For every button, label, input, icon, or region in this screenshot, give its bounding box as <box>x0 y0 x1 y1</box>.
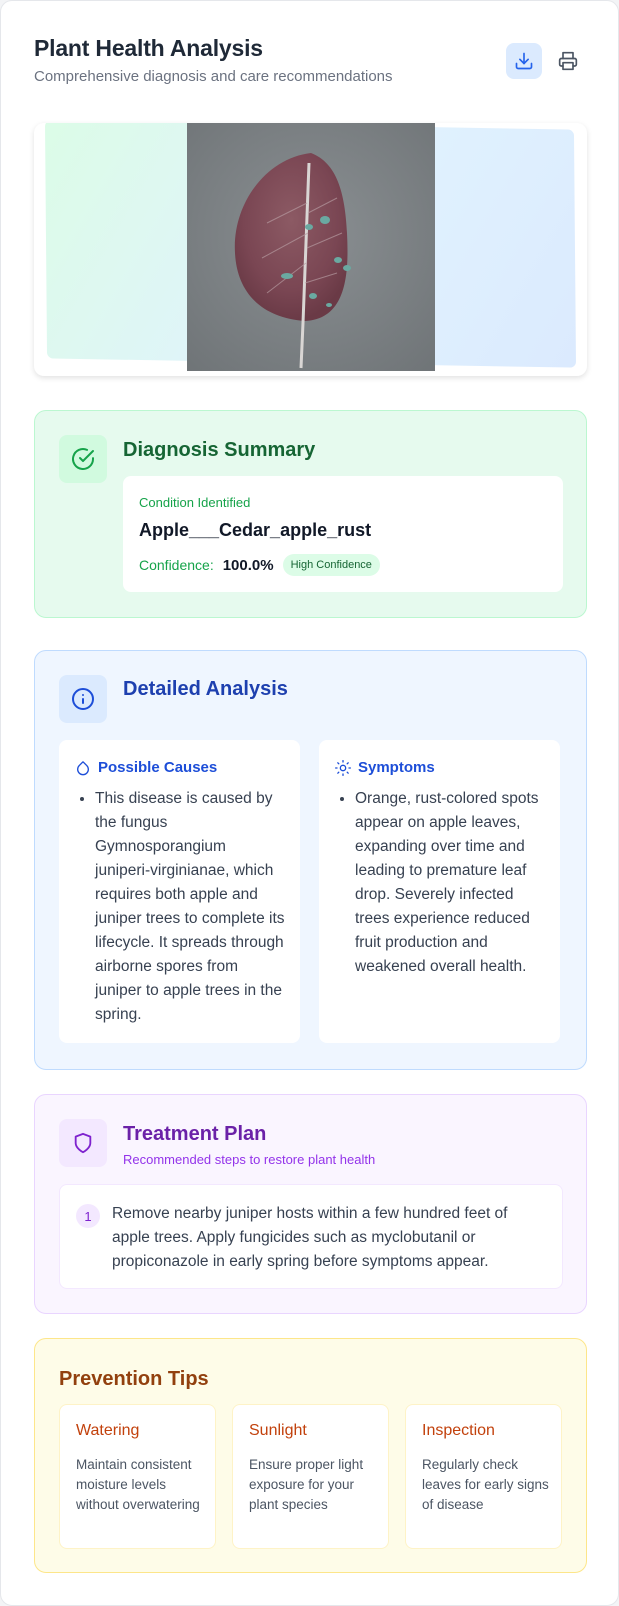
download-icon <box>515 52 533 70</box>
prevention-title: Prevention Tips <box>59 1368 209 1390</box>
download-button[interactable] <box>506 43 542 79</box>
plant-image-card <box>34 123 587 376</box>
treatment-step: 1 Remove nearby juniper hosts within a f… <box>59 1184 563 1289</box>
step-text: Remove nearby juniper hosts within a few… <box>112 1205 508 1270</box>
symptoms-list: Orange, rust-colored spots appear on app… <box>335 787 545 979</box>
list-item: This disease is caused by the fungus Gym… <box>95 787 285 1027</box>
confidence-row: Confidence: 100.0% High Confidence <box>139 554 380 576</box>
page-subtitle: Comprehensive diagnosis and care recomme… <box>34 68 393 85</box>
tip-card-watering: Watering Maintain consistent moisture le… <box>59 1404 216 1549</box>
condition-label: Condition Identified <box>139 495 251 510</box>
causes-title: Possible Causes <box>98 759 218 776</box>
diagnosis-title: Diagnosis Summary <box>123 439 316 461</box>
possible-causes-card: Possible Causes This disease is caused b… <box>59 740 300 1043</box>
tip-card-sunlight: Sunlight Ensure proper light exposure fo… <box>232 1404 389 1549</box>
leaf-illustration <box>234 153 351 369</box>
check-circle-icon <box>72 448 94 470</box>
page-title: Plant Health Analysis <box>34 35 263 61</box>
analysis-title: Detailed Analysis <box>123 678 288 700</box>
treatment-subtitle: Recommended steps to restore plant healt… <box>123 1152 376 1167</box>
condition-value: Apple___Cedar_apple_rust <box>139 520 372 540</box>
sun-icon <box>335 759 351 776</box>
list-item: Orange, rust-colored spots appear on app… <box>355 787 545 979</box>
treatment-icon-box <box>59 1119 107 1167</box>
condition-box: Condition Identified Apple___Cedar_apple… <box>123 476 563 592</box>
tip-text: Maintain consistent moisture levels with… <box>76 1457 200 1512</box>
analysis-page: Plant Health Analysis Comprehensive diag… <box>0 0 619 1606</box>
causes-header: Possible Causes <box>75 759 217 776</box>
confidence-value: 100.0% <box>222 556 274 574</box>
symptoms-header: Symptoms <box>335 759 435 776</box>
treatment-title: Treatment Plan <box>123 1123 267 1145</box>
diagnosis-summary-section: Diagnosis Summary Condition Identified A… <box>34 410 587 618</box>
confidence-label: Confidence: <box>139 557 214 573</box>
confidence-badge: High Confidence <box>282 554 380 576</box>
symptoms-title: Symptoms <box>358 759 435 776</box>
detailed-analysis-section: Detailed Analysis Possible Causes This d… <box>34 650 587 1070</box>
prevention-tips-section: Prevention Tips Watering Maintain consis… <box>34 1338 587 1573</box>
causes-list: This disease is caused by the fungus Gym… <box>75 787 285 1027</box>
tip-title: Sunlight <box>249 1422 307 1439</box>
tip-title: Inspection <box>422 1422 495 1439</box>
page-header: Plant Health Analysis Comprehensive diag… <box>34 35 587 95</box>
diagnosis-icon-box <box>59 435 107 483</box>
droplet-icon <box>77 760 89 775</box>
leaf-photo <box>187 123 435 371</box>
shield-icon <box>74 1132 92 1154</box>
print-button[interactable] <box>550 43 586 79</box>
analysis-icon-box <box>59 675 107 723</box>
symptoms-card: Symptoms Orange, rust-colored spots appe… <box>319 740 560 1043</box>
tip-text: Ensure proper light exposure for your pl… <box>249 1457 364 1512</box>
tip-card-inspection: Inspection Regularly check leaves for ea… <box>405 1404 562 1549</box>
printer-icon <box>558 51 578 71</box>
tip-title: Watering <box>76 1422 140 1439</box>
treatment-plan-section: Treatment Plan Recommended steps to rest… <box>34 1094 587 1314</box>
info-icon <box>72 688 94 710</box>
tip-text: Regularly check leaves for early signs o… <box>422 1457 549 1512</box>
step-number: 1 <box>76 1204 100 1228</box>
